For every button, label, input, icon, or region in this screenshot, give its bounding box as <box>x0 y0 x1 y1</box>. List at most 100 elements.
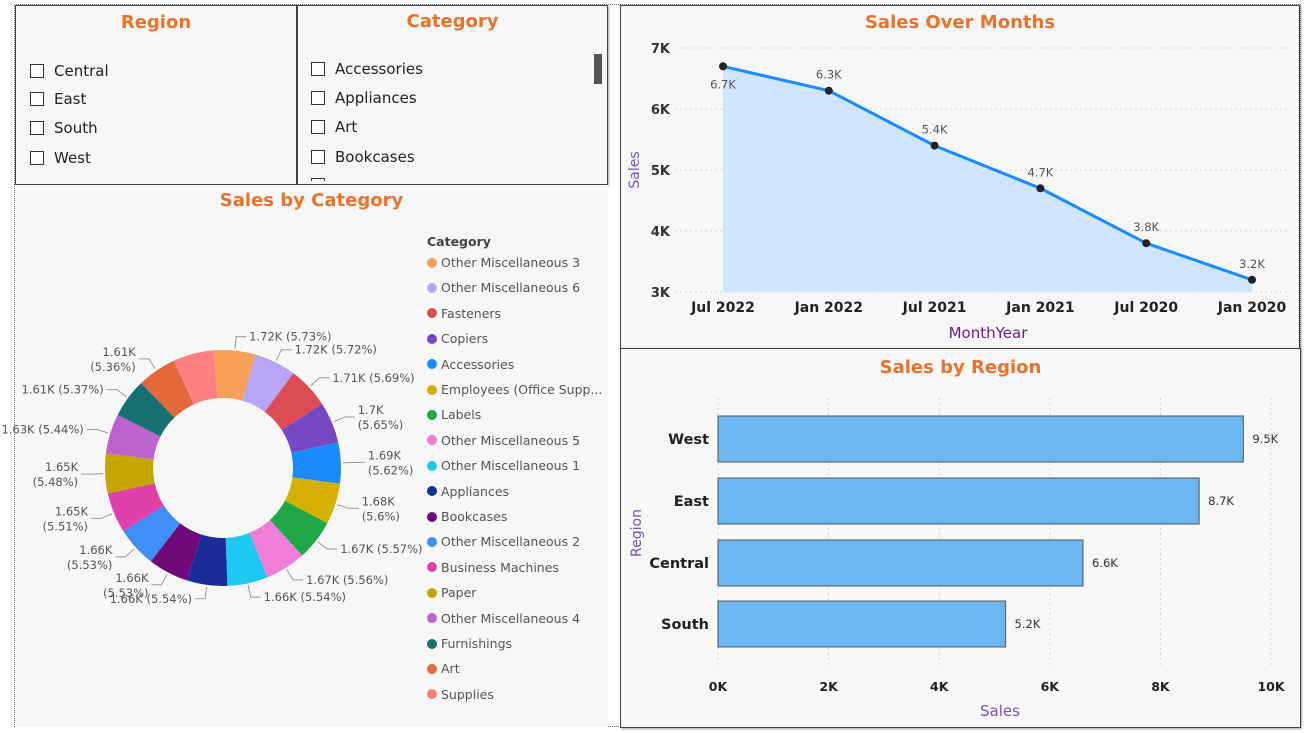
checkbox[interactable] <box>311 91 325 105</box>
slicer-item-label: West <box>54 149 91 167</box>
data-point <box>930 141 939 150</box>
legend-swatch <box>427 409 437 420</box>
legend-item[interactable]: Supplies <box>427 687 494 702</box>
legend-item[interactable]: Paper <box>427 585 476 600</box>
legend-swatch <box>427 511 437 522</box>
data-label: (5.62%) <box>368 463 414 477</box>
legend-label: Business Machines <box>441 559 559 575</box>
legend-item[interactable]: Fasteners <box>427 306 501 321</box>
bar <box>717 539 1084 587</box>
data-label: 8.7K <box>1208 494 1234 508</box>
checkbox[interactable] <box>30 64 44 78</box>
legend-item[interactable]: Other Miscellaneous 4 <box>427 611 580 626</box>
data-label: 1.65K <box>55 504 89 518</box>
slicer-item-central[interactable]: Central <box>30 61 109 81</box>
legend-label: Other Miscellaneous 3 <box>441 255 581 270</box>
legend-item[interactable]: Employees (Office Supp... <box>427 382 602 397</box>
slicer-item-label: Appliances <box>335 89 417 107</box>
checkbox[interactable] <box>30 92 44 106</box>
y-tick-label: 5K <box>651 164 671 179</box>
slicer-item-art[interactable]: Art <box>311 117 357 137</box>
checkbox[interactable] <box>30 151 44 165</box>
sales-by-region-chart: 0K 2K 4K 6K 8K 10K 9.5K West 8.7K East 6.6K Central… <box>629 398 1286 720</box>
legend-item[interactable]: Accessories <box>427 357 514 372</box>
slicer-item-south[interactable]: South <box>30 118 98 138</box>
data-label: 1.69K <box>368 448 402 462</box>
legend-item[interactable]: Other Miscellaneous 1 <box>427 458 580 473</box>
legend-item[interactable]: Labels <box>427 407 481 422</box>
legend-label: Fasteners <box>441 305 502 321</box>
legend-label: Other Miscellaneous 2 <box>441 534 581 550</box>
legend-label: Other Miscellaneous 6 <box>441 280 581 296</box>
legend-item[interactable]: Business Machines <box>427 560 559 575</box>
legend-label: Appliances <box>441 483 510 499</box>
slicer-item-east[interactable]: East <box>30 89 86 109</box>
leader-line <box>138 358 156 370</box>
checkbox[interactable] <box>311 150 325 164</box>
data-point <box>1142 239 1151 248</box>
data-label: 3.2K <box>1239 257 1265 271</box>
checkbox[interactable] <box>311 120 325 134</box>
data-label: (5.51%) <box>42 519 88 533</box>
legend-swatch <box>427 460 437 471</box>
leader-line <box>275 349 292 361</box>
legend-swatch <box>427 536 437 547</box>
area-fill <box>723 66 1252 292</box>
data-label: 3.8K <box>1133 220 1159 234</box>
legend-swatch <box>427 257 437 268</box>
slicer-item-west[interactable]: West <box>30 148 91 168</box>
legend-swatch <box>427 333 437 344</box>
leader-line <box>195 586 208 600</box>
legend-item[interactable]: Copiers <box>427 331 488 346</box>
leader-line <box>247 585 261 598</box>
legend-item[interactable]: Other Miscellaneous 6 <box>427 280 580 295</box>
y-tick-label: Central <box>649 556 709 572</box>
region-slicer-title: Region <box>120 12 192 33</box>
data-label: 1.61K (5.37%) <box>21 383 103 397</box>
legend-item[interactable]: Bookcases <box>427 509 507 524</box>
leader-line <box>337 504 359 509</box>
slicer-item-label: South <box>54 119 98 137</box>
data-label: 1.68K <box>362 494 396 508</box>
category-slicer: Category Accessories Appliances Art Book… <box>297 5 608 185</box>
data-label: 1.67K (5.56%) <box>306 573 388 587</box>
x-tick-label: 8K <box>1151 679 1171 694</box>
data-label: (5.53%) <box>67 558 113 572</box>
y-tick-label: 7K <box>651 42 671 57</box>
legend-swatch <box>427 587 437 598</box>
x-tick-label: Jul 2020 <box>1113 300 1178 316</box>
slicer-item-accessories[interactable]: Accessories <box>311 59 423 79</box>
legend-label: Other Miscellaneous 4 <box>441 610 581 626</box>
legend-item[interactable]: Appliances <box>427 484 509 499</box>
x-tick-label: 4K <box>930 679 950 694</box>
x-tick-label: Jul 2021 <box>902 300 967 316</box>
data-label: 6.3K <box>816 68 842 82</box>
bar <box>717 415 1244 463</box>
legend-title: Category <box>427 234 491 249</box>
partial-next-checkbox <box>311 178 325 181</box>
leader-line <box>234 336 247 349</box>
sales-over-months-chart: 7K 6K 5K 4K 3K 6.7K 6.3K 5.4K 4.7K 3.8K 3.2K Jul 20… <box>627 42 1290 342</box>
data-label: 1.61K <box>103 345 137 359</box>
checkbox[interactable] <box>30 121 44 135</box>
data-label: 5.2K <box>1015 617 1041 631</box>
legend-item[interactable]: Furnishings <box>427 636 512 651</box>
data-label: 6.6K <box>1092 556 1118 570</box>
leader-line <box>342 461 365 464</box>
legend-item[interactable]: Other Miscellaneous 2 <box>427 534 580 549</box>
data-label: 1.66K <box>115 571 149 585</box>
slicer-scrollbar[interactable] <box>594 54 602 84</box>
data-label: 1.71K (5.69%) <box>332 371 414 385</box>
data-point <box>824 86 833 95</box>
y-tick-label: East <box>674 494 709 510</box>
legend-item[interactable]: Other Miscellaneous 3 <box>427 255 580 270</box>
data-label: 1.72K (5.73%) <box>249 330 331 344</box>
slicer-item-bookcases[interactable]: Bookcases <box>311 147 415 167</box>
data-label: 9.5K <box>1252 432 1278 446</box>
data-label: 1.65K <box>45 460 79 474</box>
checkbox[interactable] <box>311 62 325 76</box>
legend-item[interactable]: Other Miscellaneous 5 <box>427 433 580 448</box>
slicer-item-label: East <box>54 90 87 108</box>
slicer-item-appliances[interactable]: Appliances <box>311 88 417 108</box>
legend-item[interactable]: Art <box>427 661 460 676</box>
